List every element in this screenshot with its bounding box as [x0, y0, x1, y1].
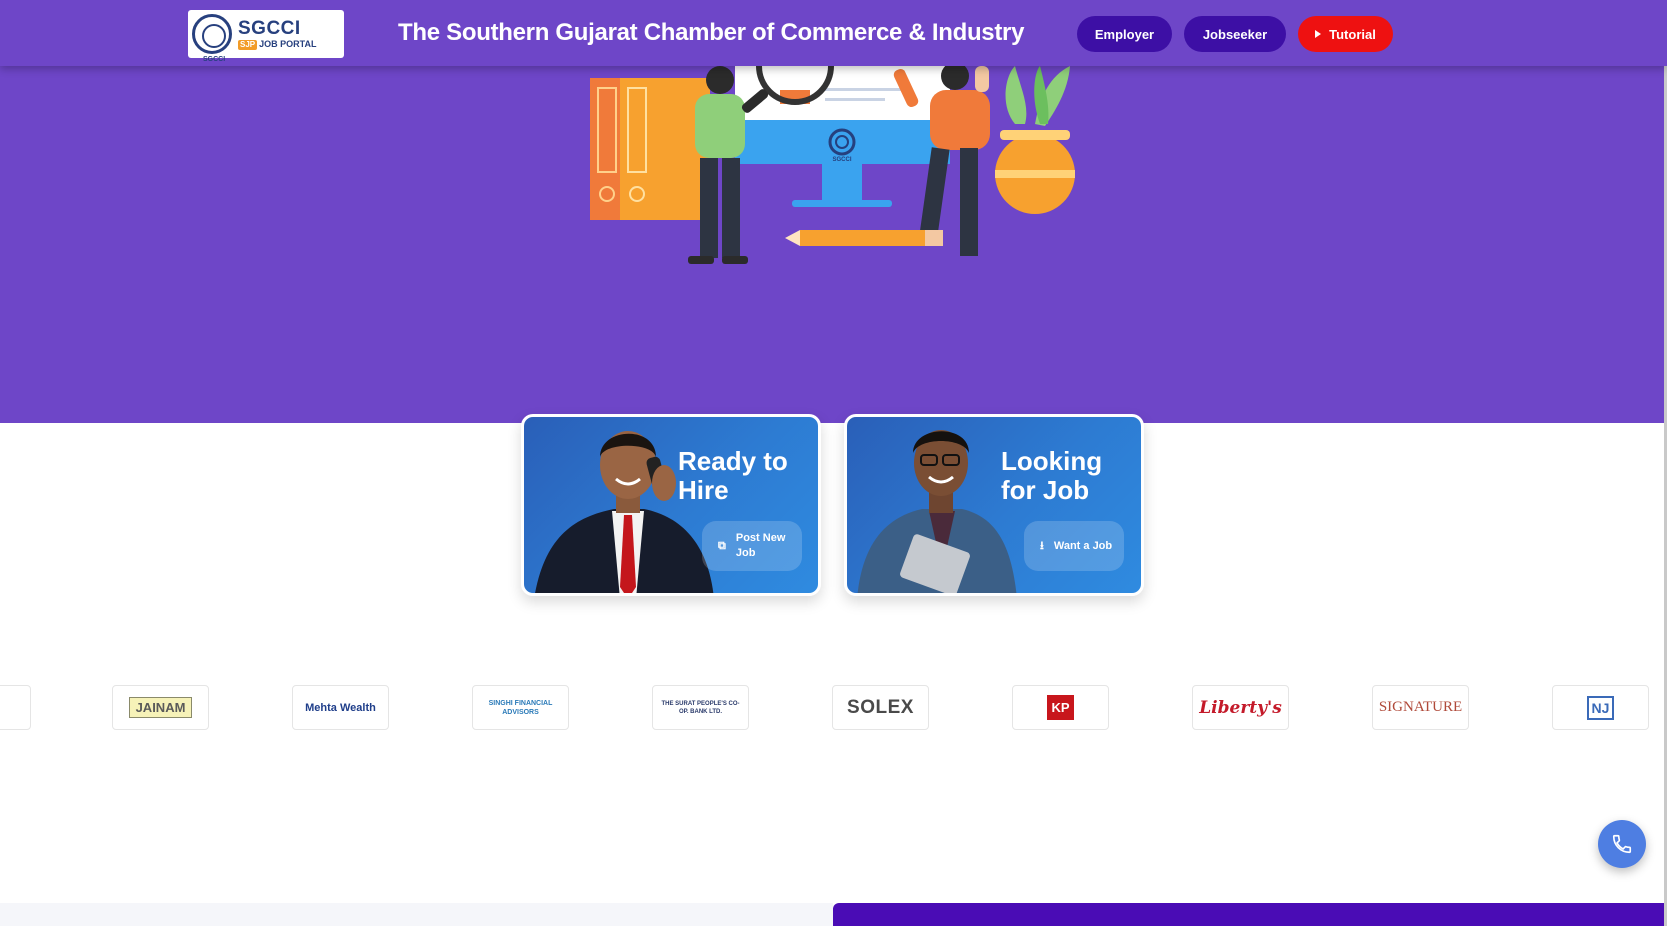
- partner-logo-partial[interactable]: ◌: [0, 685, 31, 730]
- partner-logo-kp[interactable]: KP: [1012, 685, 1109, 730]
- logo-badge: SJP: [238, 39, 258, 50]
- logo-portal-label: JOB PORTAL: [259, 38, 317, 49]
- want-a-job-button[interactable]: ⭳ Want a Job: [1024, 521, 1124, 571]
- ready-to-hire-card[interactable]: Ready to Hire ⧉ Post New Job: [521, 414, 821, 596]
- partner-logo-libertys[interactable]: Liberty's: [1192, 685, 1289, 730]
- solex-label: SOLEX: [847, 696, 914, 718]
- partner-logo-jainam[interactable]: JAINAM: [112, 685, 209, 730]
- partner-logo-solex[interactable]: SOLEX: [832, 685, 929, 730]
- partner-logo-nj[interactable]: NJ: [1552, 685, 1649, 730]
- tutorial-button[interactable]: Tutorial: [1298, 16, 1393, 52]
- logo-brand: SGCCI SJP JOB PORTAL: [238, 19, 316, 50]
- signature-label: SIGNATURE: [1378, 699, 1463, 715]
- logo-brand-bottom: SJP JOB PORTAL: [238, 38, 317, 50]
- job-title: Looking for Job: [1001, 446, 1103, 505]
- external-link-icon: ⧉: [718, 539, 726, 552]
- footer-right-section: [833, 903, 1667, 926]
- nj-label: NJ: [1586, 695, 1615, 720]
- libertys-label: Liberty's: [1199, 697, 1282, 718]
- hero-section: SGCCI Ready to Hire ⧉ Post New Job Looki…: [0, 66, 1667, 596]
- monitor-seal-label: SGCCI: [832, 157, 851, 163]
- play-icon: [1315, 30, 1322, 38]
- partner-logo-signature[interactable]: SIGNATURE: [1372, 685, 1469, 730]
- singhi-label: SINGHI FINANCIAL ADVISORS: [488, 699, 553, 716]
- sgcci-seal-icon: SGCCI: [192, 14, 232, 63]
- surat-bank-label: THE SURAT PEOPLE'S CO-OP. BANK LTD.: [661, 700, 740, 715]
- phone-icon: [1612, 834, 1632, 854]
- call-button[interactable]: [1598, 820, 1646, 868]
- looking-for-job-card[interactable]: Looking for Job ⭳ Want a Job: [844, 414, 1144, 596]
- partner-logo-surat-bank[interactable]: THE SURAT PEOPLE'S CO-OP. BANK LTD.: [652, 685, 749, 730]
- want-a-job-label: Want a Job: [1053, 539, 1113, 552]
- tutorial-label: Tutorial: [1329, 26, 1376, 42]
- download-icon: ⭳: [1040, 539, 1044, 552]
- post-new-job-label: Post New Job: [735, 532, 786, 559]
- seal-label: SGCCI: [203, 56, 226, 63]
- partner-logo-mehta-wealth[interactable]: Mehta Wealth: [292, 685, 389, 730]
- kp-label: KP: [1047, 695, 1074, 720]
- employer-label: Employer: [1094, 26, 1155, 42]
- site-title: The Southern Gujarat Chamber of Commerce…: [398, 19, 1025, 46]
- site-header: SGCCI SGCCI SJP JOB PORTAL The Southern G…: [0, 0, 1667, 66]
- hire-title: Ready to Hire: [678, 446, 788, 505]
- site-logo[interactable]: SGCCI SGCCI SJP JOB PORTAL: [188, 10, 344, 63]
- footer-left-section: [0, 903, 833, 926]
- partner-logo-singhi[interactable]: SINGHI FINANCIAL ADVISORS: [472, 685, 569, 730]
- hero-illustration: SGCCI: [590, 66, 1075, 264]
- logo-brand-top: SGCCI: [238, 17, 301, 39]
- post-new-job-button[interactable]: ⧉ Post New Job: [702, 521, 802, 571]
- mehta-wealth-label: Mehta Wealth: [305, 701, 376, 714]
- jobseeker-label: Jobseeker: [1202, 26, 1268, 42]
- jainam-label: JAINAM: [128, 697, 193, 718]
- jobseeker-button[interactable]: Jobseeker: [1184, 16, 1286, 52]
- employer-button[interactable]: Employer: [1077, 16, 1172, 52]
